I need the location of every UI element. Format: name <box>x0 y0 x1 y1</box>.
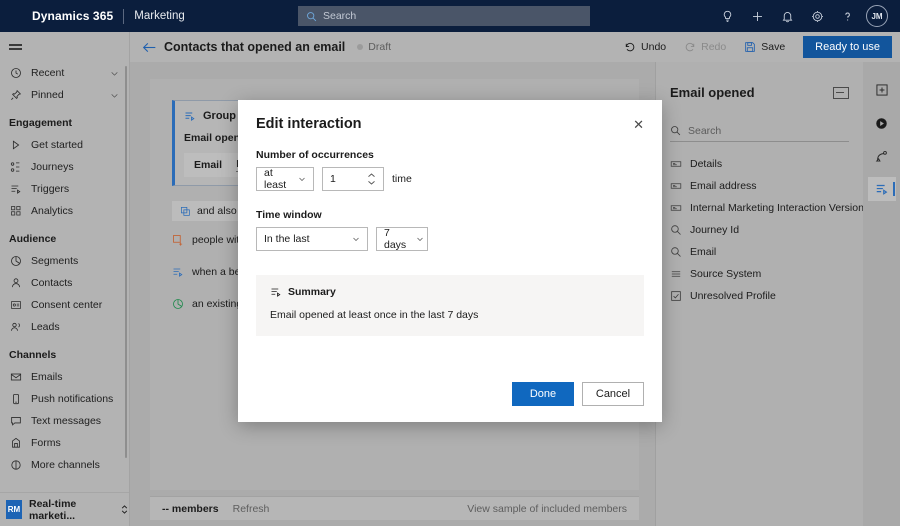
time-window-label: Time window <box>256 209 322 221</box>
occurrence-count-stepper[interactable]: 1 <box>322 167 384 191</box>
dialog-header: Edit interaction ✕ <box>238 100 662 133</box>
app-root: Dynamics 365 Marketing Search JM Recent … <box>0 0 900 526</box>
summary-title: Summary <box>288 286 336 298</box>
trigger-icon <box>270 286 282 298</box>
summary-section: Summary Email opened at least once in th… <box>256 275 644 336</box>
done-button[interactable]: Done <box>512 382 574 406</box>
occurrences-row: at least 1 time <box>256 167 644 191</box>
occurrence-count-value: 1 <box>330 173 336 185</box>
chevron-down-icon <box>406 235 424 243</box>
time-window-row: In the last 7 days <box>256 227 644 251</box>
occurrence-unit-label: time <box>392 173 412 185</box>
chevron-down-icon <box>288 175 306 183</box>
occurrence-operator-select[interactable]: at least <box>256 167 314 191</box>
cancel-button[interactable]: Cancel <box>582 382 644 406</box>
stepper-arrows-icon[interactable] <box>367 173 376 185</box>
dialog-body: Number of occurrences at least 1 time Ti… <box>238 133 662 251</box>
occurrence-operator-value: at least <box>264 167 287 191</box>
dialog-footer: Done Cancel <box>238 382 662 422</box>
chevron-down-icon <box>342 235 360 243</box>
edit-interaction-dialog: Edit interaction ✕ Number of occurrences… <box>238 100 662 422</box>
close-icon[interactable]: ✕ <box>631 116 646 133</box>
time-window-mode-select[interactable]: In the last <box>256 227 368 251</box>
time-window-value-select[interactable]: 7 days <box>376 227 428 251</box>
summary-header: Summary <box>270 286 630 298</box>
summary-text: Email opened at least once in the last 7… <box>270 309 479 321</box>
time-window-value: 7 days <box>384 227 407 251</box>
occurrences-label: Number of occurrences <box>256 149 374 161</box>
modal-layer: Edit interaction ✕ Number of occurrences… <box>0 0 900 526</box>
time-window-mode-value: In the last <box>264 233 310 245</box>
dialog-title: Edit interaction <box>256 116 362 132</box>
